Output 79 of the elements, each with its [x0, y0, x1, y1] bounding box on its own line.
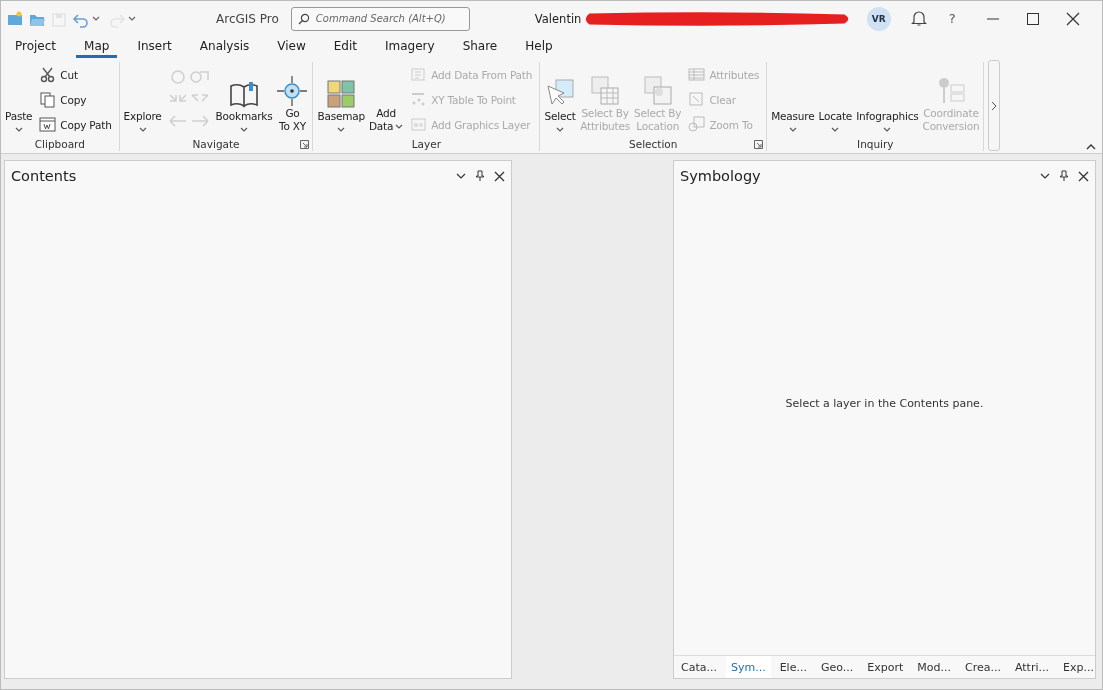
collapse-ribbon-icon[interactable] [1086, 143, 1096, 150]
caret-icon [337, 127, 346, 133]
ribbon-button[interactable]: Basemap [316, 62, 366, 137]
pane-tab[interactable]: Mod... [912, 656, 956, 678]
user-name: Valentin [534, 11, 582, 26]
dialog-launcher-icon[interactable] [300, 140, 310, 149]
table-select-icon [589, 75, 622, 107]
data-path-icon [410, 66, 428, 83]
caret-icon [788, 127, 797, 133]
ribbon-tab[interactable]: View [269, 36, 314, 58]
ribbon-tab[interactable]: Project [7, 36, 65, 58]
bell-icon[interactable] [910, 10, 927, 27]
caret-icon [138, 127, 147, 133]
pane-tab[interactable]: Crea... [960, 656, 1006, 678]
ribbon-button[interactable]: Locate [817, 62, 854, 137]
ribbon-tab[interactable]: Insert [129, 36, 180, 58]
pane-title: Symbology [680, 168, 762, 184]
pane-tab[interactable]: Attri... [1009, 656, 1054, 678]
group-label: Inquiry [857, 138, 894, 150]
ribbon-button[interactable]: Go To XY [275, 62, 310, 137]
empty-message: Select a layer in the Contents pane. [785, 396, 984, 410]
copy-path-icon [39, 116, 57, 133]
pin-icon[interactable] [1060, 170, 1068, 182]
ribbon-button[interactable]: Explore [122, 62, 163, 137]
ribbon-tab[interactable]: Share [454, 36, 506, 58]
ribbon-button[interactable]: Infographics [855, 62, 920, 137]
pane-title: Contents [11, 168, 78, 184]
ribbon-tab[interactable]: Help [517, 36, 561, 58]
chevron-right-icon [991, 100, 998, 111]
caret-icon[interactable] [456, 172, 466, 180]
group-label: Layer [411, 138, 441, 150]
ribbon-button[interactable]: Paste [4, 62, 34, 137]
caret-icon [556, 127, 565, 133]
ribbon-button[interactable]: Copy [37, 90, 114, 109]
caret-icon [395, 123, 404, 130]
pane-tab[interactable]: Export [862, 656, 909, 678]
crosshair-icon [276, 75, 309, 107]
pane-tab[interactable]: Sym... [725, 656, 771, 678]
pin-icon[interactable] [476, 170, 484, 182]
pane-tab[interactable]: Geo... [815, 656, 859, 678]
graphics-layer-icon [410, 116, 428, 133]
user-avatar[interactable]: VR [866, 6, 891, 31]
overlap-select-icon [641, 75, 674, 107]
group-label: Clipboard [34, 138, 85, 150]
caret-icon [883, 127, 892, 133]
pane-tab[interactable]: Exp... [1058, 656, 1099, 678]
caret-icon[interactable] [92, 15, 100, 22]
ribbon-tab[interactable]: Imagery [377, 36, 443, 58]
ribbon-button[interactable]: Measure [770, 62, 816, 137]
dialog-launcher-icon[interactable] [754, 140, 764, 149]
ribbon-button[interactable]: Cut [37, 65, 114, 84]
help-button[interactable]: ? [944, 11, 960, 26]
window-title: ArcGIS Pro [216, 11, 279, 26]
table-icon [688, 66, 706, 83]
ribbon-tab[interactable]: Edit [325, 36, 365, 58]
scissors-icon [39, 66, 57, 83]
group-label: Selection [629, 138, 678, 150]
close-icon[interactable] [494, 170, 505, 182]
close-icon[interactable] [1078, 170, 1089, 182]
group-label: Navigate [192, 138, 240, 150]
command-search-field[interactable]: Command Search (Alt+Q) [290, 6, 470, 31]
clear-selection-icon [688, 91, 706, 108]
ribbon-tab[interactable]: Analysis [191, 36, 258, 58]
caret-icon [14, 127, 23, 133]
caret-icon [831, 127, 840, 133]
ribbon-button[interactable]: Select [543, 62, 578, 137]
copy-icon [39, 91, 57, 108]
caret-icon [240, 127, 249, 133]
pane-tab[interactable]: Cata... [676, 656, 722, 678]
ribbon-button[interactable]: Add Data [368, 62, 405, 137]
ribbon-button[interactable]: Copy Path [37, 115, 114, 134]
maximize-icon[interactable] [1025, 11, 1040, 26]
zoom-to-icon [688, 116, 706, 133]
close-icon[interactable] [1065, 11, 1080, 26]
pane-tab[interactable]: Ele... [774, 656, 812, 678]
caret-icon[interactable] [1040, 172, 1050, 180]
caret-icon[interactable] [128, 15, 136, 22]
ribbon-button[interactable]: Bookmarks [214, 62, 274, 137]
basemap-tiles-icon [325, 78, 358, 110]
